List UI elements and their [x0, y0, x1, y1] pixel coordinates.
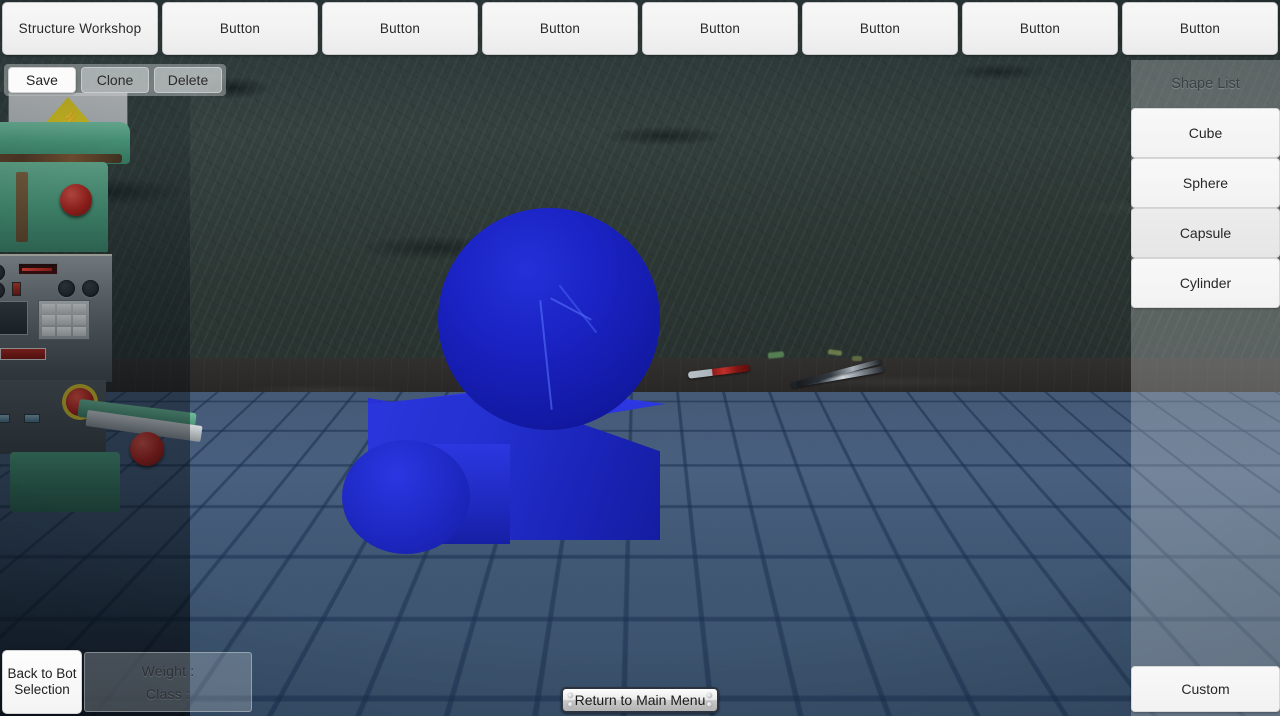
delete-button[interactable]: Delete: [154, 67, 222, 93]
class-label: Class :: [145, 685, 191, 702]
topbar-button-8[interactable]: Button: [1122, 2, 1278, 55]
shape-button-sphere[interactable]: Sphere: [1131, 158, 1280, 208]
topbar-button-6[interactable]: Button: [802, 2, 958, 55]
topbar-button-7[interactable]: Button: [962, 2, 1118, 55]
topbar-button-3[interactable]: Button: [322, 2, 478, 55]
return-to-main-menu-button[interactable]: Return to Main Menu: [561, 687, 719, 713]
shape-button-cube[interactable]: Cube: [1131, 108, 1280, 158]
back-to-bot-selection-button[interactable]: Back to Bot Selection: [2, 650, 82, 714]
app-root: Structure Workshop Button Button Button …: [0, 0, 1280, 716]
rivet-icon: [707, 693, 712, 698]
shape-button-custom[interactable]: Custom: [1131, 666, 1280, 712]
shape-list-title: Shape List: [1171, 76, 1240, 92]
shape-list-sidebar: Shape List Cube Sphere Capsule Cylinder …: [1131, 60, 1280, 716]
stats-panel: Weight : Class :: [84, 652, 252, 712]
return-to-main-menu-label: Return to Main Menu: [574, 692, 706, 708]
ui-overlay: Structure Workshop Button Button Button …: [0, 0, 1280, 716]
edit-toolbar: Save Clone Delete: [4, 64, 226, 96]
weight-label: Weight :: [141, 662, 195, 679]
rivet-icon: [707, 702, 712, 707]
save-button[interactable]: Save: [8, 67, 76, 93]
topbar-button-structure-workshop[interactable]: Structure Workshop: [2, 2, 158, 55]
clone-button[interactable]: Clone: [81, 67, 149, 93]
shape-button-capsule[interactable]: Capsule: [1131, 208, 1280, 258]
rivet-icon: [568, 702, 573, 707]
top-button-bar: Structure Workshop Button Button Button …: [0, 0, 1280, 55]
shape-button-cylinder[interactable]: Cylinder: [1131, 258, 1280, 308]
topbar-button-4[interactable]: Button: [482, 2, 638, 55]
topbar-button-2[interactable]: Button: [162, 2, 318, 55]
rivet-icon: [568, 693, 573, 698]
topbar-button-5[interactable]: Button: [642, 2, 798, 55]
